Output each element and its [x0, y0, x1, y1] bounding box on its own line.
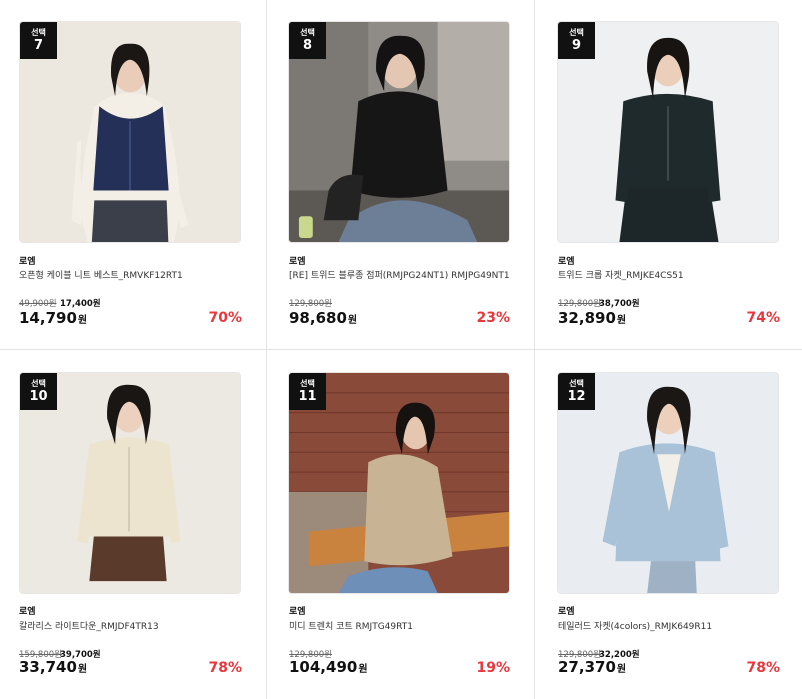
badge-number: 11 — [298, 389, 317, 404]
currency-unit: 원 — [77, 664, 88, 675]
badge-label: 선택 — [31, 379, 46, 388]
selection-badge: 선택 10 — [20, 373, 57, 410]
sale-price: 32,890원 — [558, 309, 626, 327]
sale-price: 33,740원 — [19, 658, 87, 676]
product-name[interactable]: 테일러드 자켓(4colors)_RMJK649R11 — [558, 619, 712, 632]
currency-unit: 원 — [77, 315, 88, 326]
original-price: 129,800원 — [558, 299, 601, 309]
product-image[interactable]: 선택 9 — [557, 21, 779, 243]
product-name[interactable]: 미디 트렌치 코트 RMJTG49RT1 — [289, 619, 413, 632]
brand-name: 로엠 — [19, 257, 36, 267]
badge-number: 12 — [567, 389, 586, 404]
sale-price: 104,490원 — [289, 658, 368, 676]
currency-unit: 원 — [616, 315, 627, 326]
discount-rate: 78% — [208, 660, 242, 676]
sale-price: 98,680원 — [289, 309, 357, 327]
selection-badge: 선택 9 — [558, 22, 595, 59]
discount-rate: 70% — [208, 310, 242, 326]
brand-name: 로엠 — [558, 607, 575, 617]
sale-price-value: 33,740 — [19, 658, 77, 676]
discount-rate: 23% — [476, 310, 510, 326]
product-image[interactable]: 선택 8 — [288, 21, 510, 243]
sale-price: 27,370원 — [558, 658, 626, 676]
currency-unit: 원 — [616, 664, 627, 675]
coupon-price: 38,700원 — [599, 299, 640, 309]
sale-price-value: 98,680 — [289, 309, 347, 327]
product-image[interactable]: 선택 7 — [19, 21, 241, 243]
brand-name: 로엠 — [19, 607, 36, 617]
badge-number: 10 — [29, 389, 48, 404]
selection-badge: 선택 7 — [20, 22, 57, 59]
badge-number: 9 — [571, 38, 582, 53]
badge-label: 선택 — [300, 28, 315, 37]
currency-unit: 원 — [358, 664, 368, 675]
product-name[interactable]: 오픈형 케이블 니트 베스트_RMVKF12RT1 — [19, 268, 183, 281]
product-grid: 선택 7 로엠 오픈형 케이블 니트 베스트_RMVKF12RT1 49,900… — [0, 0, 802, 699]
badge-label: 선택 — [569, 379, 584, 388]
product-card[interactable]: 선택 9 로엠 트위드 크롭 자켓_RMJKE4CS51 129,800원 38… — [535, 0, 802, 350]
coupon-price: 17,400원 — [60, 299, 101, 309]
product-card[interactable]: 선택 7 로엠 오픈형 케이블 니트 베스트_RMVKF12RT1 49,900… — [0, 0, 267, 350]
product-name[interactable]: 칼라리스 라이트다운_RMJDF4TR13 — [19, 619, 159, 632]
product-image[interactable]: 선택 12 — [557, 372, 779, 594]
badge-number: 7 — [33, 38, 44, 53]
selection-badge: 선택 12 — [558, 373, 595, 410]
brand-name: 로엠 — [289, 607, 306, 617]
product-name[interactable]: [RE] 트위드 블루종 점퍼(RMJPG24NT1) RMJPG49NT1 — [289, 268, 510, 281]
sale-price-value: 32,890 — [558, 309, 616, 327]
sale-price-value: 104,490 — [289, 658, 358, 676]
badge-label: 선택 — [569, 28, 584, 37]
selection-badge: 선택 8 — [289, 22, 326, 59]
product-image[interactable]: 선택 10 — [19, 372, 241, 594]
product-card[interactable]: 선택 10 로엠 칼라리스 라이트다운_RMJDF4TR13 159,800원 … — [0, 350, 267, 699]
original-price: 49,900원 — [19, 299, 57, 309]
brand-name: 로엠 — [558, 257, 575, 267]
sale-price: 14,790원 — [19, 309, 87, 327]
product-image[interactable]: 선택 11 — [288, 372, 510, 594]
discount-rate: 74% — [746, 310, 780, 326]
product-card[interactable]: 선택 8 로엠 [RE] 트위드 블루종 점퍼(RMJPG24NT1) RMJP… — [267, 0, 535, 350]
product-name[interactable]: 트위드 크롭 자켓_RMJKE4CS51 — [558, 268, 684, 281]
product-card[interactable]: 선택 12 로엠 테일러드 자켓(4colors)_RMJK649R11 129… — [535, 350, 802, 699]
original-price: 129,800원 — [289, 299, 332, 309]
product-card[interactable]: 선택 11 로엠 미디 트렌치 코트 RMJTG49RT1 129,800원 1… — [267, 350, 535, 699]
discount-rate: 78% — [746, 660, 780, 676]
badge-number: 8 — [302, 38, 313, 53]
sale-price-value: 27,370 — [558, 658, 616, 676]
currency-unit: 원 — [347, 315, 358, 326]
sale-price-value: 14,790 — [19, 309, 77, 327]
selection-badge: 선택 11 — [289, 373, 326, 410]
brand-name: 로엠 — [289, 257, 306, 267]
badge-label: 선택 — [300, 379, 315, 388]
discount-rate: 19% — [476, 660, 510, 676]
badge-label: 선택 — [31, 28, 46, 37]
